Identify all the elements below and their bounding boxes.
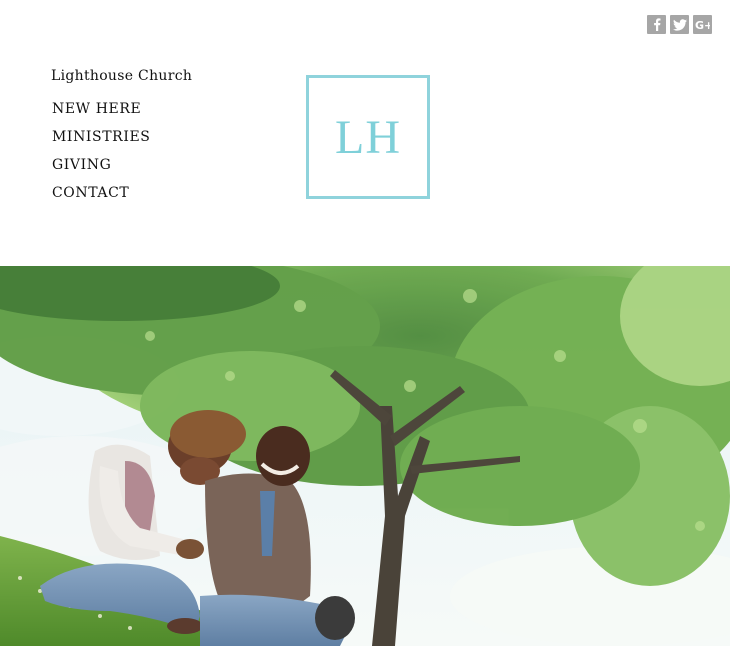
couple-under-tree-photo xyxy=(0,266,730,646)
nav-item-ministries[interactable]: MINISTRIES xyxy=(52,129,150,157)
logo-text: LH xyxy=(335,110,401,164)
site-title[interactable]: Lighthouse Church xyxy=(51,68,192,84)
twitter-icon[interactable] xyxy=(670,15,689,34)
social-links: G+ xyxy=(647,15,712,34)
nav-item-new-here[interactable]: NEW HERE xyxy=(52,101,150,129)
page: G+ Lighthouse Church NEW HERE MINISTRIES… xyxy=(0,0,730,646)
nav-item-contact[interactable]: CONTACT xyxy=(52,185,150,213)
svg-text:G+: G+ xyxy=(695,19,710,30)
nav-item-giving[interactable]: GIVING xyxy=(52,157,150,185)
hero-image xyxy=(0,266,730,646)
logo[interactable]: LH xyxy=(306,75,430,199)
facebook-icon[interactable] xyxy=(647,15,666,34)
google-plus-icon[interactable]: G+ xyxy=(693,15,712,34)
main-nav: NEW HERE MINISTRIES GIVING CONTACT xyxy=(52,101,150,213)
